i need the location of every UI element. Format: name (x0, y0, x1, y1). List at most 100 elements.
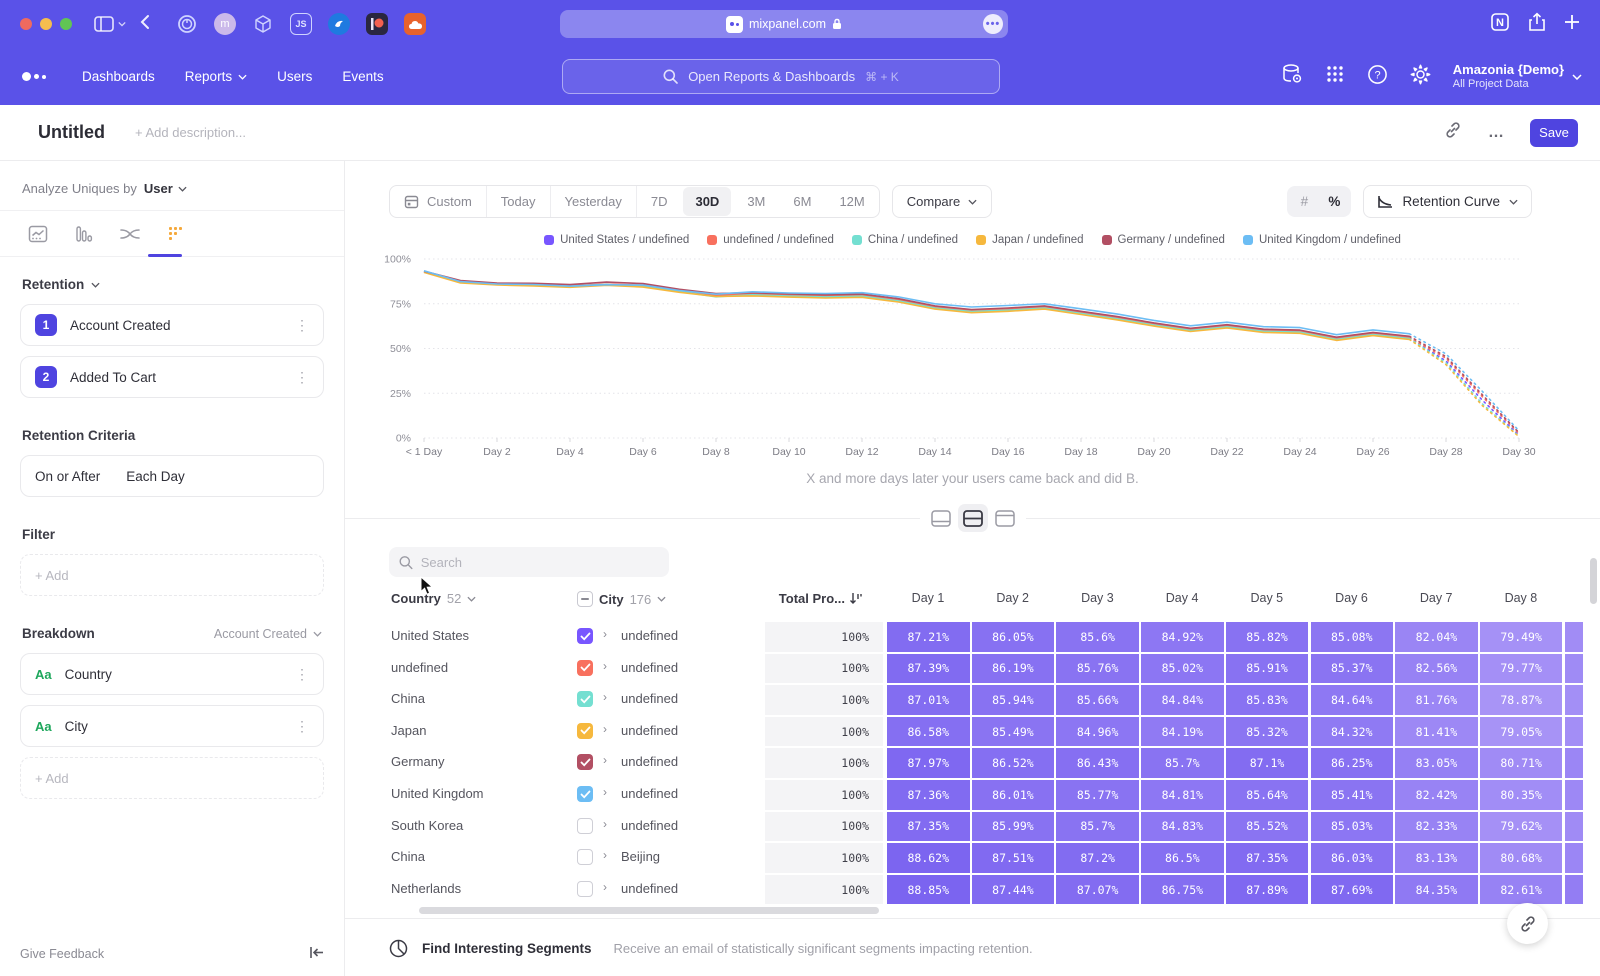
minimize-window-button[interactable] (40, 18, 52, 30)
retention-cell[interactable]: 84.64% (1311, 685, 1394, 715)
save-button[interactable]: Save (1530, 119, 1578, 147)
data-management-icon[interactable] (1281, 63, 1303, 90)
total-column-header[interactable]: Total Pro... (749, 591, 845, 606)
retention-cell[interactable]: 85.6% (1056, 622, 1139, 652)
expand-row-icon[interactable]: › (603, 785, 607, 799)
close-window-button[interactable] (20, 18, 32, 30)
retention-cell[interactable]: 85.08% (1311, 622, 1394, 652)
retention-cell[interactable]: 85.7% (1141, 748, 1224, 778)
add-breakdown-button[interactable]: + Add (20, 757, 324, 799)
retention-cell[interactable]: 87.21% (887, 622, 970, 652)
row-checkbox[interactable] (577, 660, 593, 676)
expand-row-icon[interactable]: › (603, 848, 607, 862)
retention-cell[interactable]: 82.42% (1395, 780, 1478, 810)
retention-cell[interactable]: 87.1% (1226, 748, 1309, 778)
retention-cell[interactable]: 87.35% (1226, 843, 1309, 873)
collapse-sidebar-icon[interactable] (309, 946, 324, 962)
kebab-menu-icon[interactable] (295, 672, 309, 677)
retention-cell[interactable]: 88.85% (887, 875, 970, 905)
row-checkbox[interactable] (577, 786, 593, 802)
zoom-window-button[interactable] (60, 18, 72, 30)
day-column-header[interactable]: Day 4 (1141, 591, 1223, 605)
retention-cell[interactable]: 85.76% (1056, 654, 1139, 684)
range-yesterday[interactable]: Yesterday (551, 186, 637, 217)
retention-cell[interactable]: 85.77% (1056, 780, 1139, 810)
city-column-header[interactable]: City 176 (577, 591, 666, 607)
horizontal-scrollbar[interactable] (419, 907, 879, 914)
retention-cell[interactable]: 85.52% (1226, 812, 1309, 842)
day-column-header[interactable]: Day 1 (887, 591, 969, 605)
nav-item-users[interactable]: Users (277, 69, 312, 84)
legend-item[interactable]: undefined / undefined (707, 234, 834, 246)
retention-cell[interactable]: 85.83% (1226, 685, 1309, 715)
retention-cell[interactable]: 84.32% (1311, 717, 1394, 747)
add-filter-button[interactable]: + Add (20, 554, 324, 596)
expand-row-icon[interactable]: › (603, 880, 607, 894)
view-table-only-button[interactable] (990, 504, 1020, 532)
retention-cell[interactable]: 86.58% (887, 717, 970, 747)
retention-cell[interactable]: 87.89% (1226, 875, 1309, 905)
row-checkbox[interactable] (577, 849, 593, 865)
day-column-header[interactable]: Day 5 (1226, 591, 1308, 605)
more-options-icon[interactable]: … (1488, 124, 1504, 142)
tab-flows-icon[interactable] (118, 223, 142, 245)
retention-cell[interactable]: 85.03% (1311, 812, 1394, 842)
retention-cell[interactable]: 85.02% (1141, 654, 1224, 684)
retention-cell[interactable]: 83.05% (1395, 748, 1478, 778)
day-column-header[interactable]: Day 3 (1056, 591, 1138, 605)
table-row[interactable]: China›Beijing100%88.62%87.51%87.2%86.5%8… (345, 842, 1600, 874)
expand-row-icon[interactable]: › (603, 722, 607, 736)
retention-cell[interactable]: 79.05% (1480, 717, 1563, 747)
retention-cell[interactable]: 79.77% (1480, 654, 1563, 684)
share-icon[interactable] (1528, 12, 1546, 37)
tab-insights-icon[interactable] (26, 223, 50, 245)
retention-cell[interactable]: 84.81% (1141, 780, 1224, 810)
day-column-header[interactable]: Day 6 (1311, 591, 1393, 605)
patreon-icon[interactable] (366, 13, 388, 35)
project-switcher[interactable]: Amazonia {Demo} All Project Data (1453, 62, 1582, 92)
bird-icon[interactable] (328, 13, 350, 35)
compare-button[interactable]: Compare (892, 185, 992, 218)
day-column-header[interactable]: Day 2 (972, 591, 1054, 605)
segments-title[interactable]: Find Interesting Segments (422, 941, 592, 956)
retention-cell[interactable]: 84.83% (1141, 812, 1224, 842)
retention-cell[interactable]: 85.64% (1226, 780, 1309, 810)
retention-cell[interactable]: 82.04% (1395, 622, 1478, 652)
retention-cell[interactable]: 87.01% (887, 685, 970, 715)
step-b-card[interactable]: 2 Added To Cart (20, 356, 324, 398)
retention-cell[interactable]: 85.66% (1056, 685, 1139, 715)
retention-cell[interactable]: 85.82% (1226, 622, 1309, 652)
range-30d[interactable]: 30D (683, 187, 731, 216)
page-options-icon[interactable]: ••• (983, 14, 1003, 34)
retention-cell[interactable]: 87.44% (972, 875, 1055, 905)
legend-item[interactable]: Germany / undefined (1102, 234, 1225, 246)
range-custom[interactable]: Custom (390, 186, 487, 217)
give-feedback-link[interactable]: Give Feedback (20, 947, 104, 961)
row-checkbox[interactable] (577, 691, 593, 707)
retention-cell[interactable]: 85.91% (1226, 654, 1309, 684)
back-icon[interactable] (140, 14, 150, 35)
retention-cell[interactable]: 86.25% (1311, 748, 1394, 778)
box-icon[interactable] (252, 13, 274, 35)
table-search[interactable] (389, 547, 669, 577)
table-row[interactable]: United States›undefined100%87.21%86.05%8… (345, 621, 1600, 653)
mixpanel-logo-icon[interactable] (22, 72, 46, 81)
tab-funnels-icon[interactable] (72, 223, 96, 245)
retention-cell[interactable]: 87.35% (887, 812, 970, 842)
expand-row-icon[interactable]: › (603, 753, 607, 767)
retention-cell[interactable]: 84.19% (1141, 717, 1224, 747)
retention-cell[interactable]: 85.7% (1056, 812, 1139, 842)
day-column-header[interactable]: Day 7 (1395, 591, 1477, 605)
table-row[interactable]: undefined›undefined100%87.39%86.19%85.76… (345, 653, 1600, 685)
retention-cell[interactable]: 85.99% (972, 812, 1055, 842)
day-column-header[interactable]: Day 8 (1480, 591, 1562, 605)
retention-cell[interactable]: 81.41% (1395, 717, 1478, 747)
new-tab-icon[interactable] (1564, 14, 1580, 35)
retention-cell[interactable]: 86.75% (1141, 875, 1224, 905)
sort-descending-icon[interactable] (849, 591, 863, 605)
range-3m[interactable]: 3M (733, 186, 779, 217)
m-avatar-icon[interactable]: m (214, 13, 236, 35)
table-search-input[interactable] (421, 555, 659, 570)
table-row[interactable]: South Korea›undefined100%87.35%85.99%85.… (345, 811, 1600, 843)
range-6m[interactable]: 6M (779, 186, 825, 217)
